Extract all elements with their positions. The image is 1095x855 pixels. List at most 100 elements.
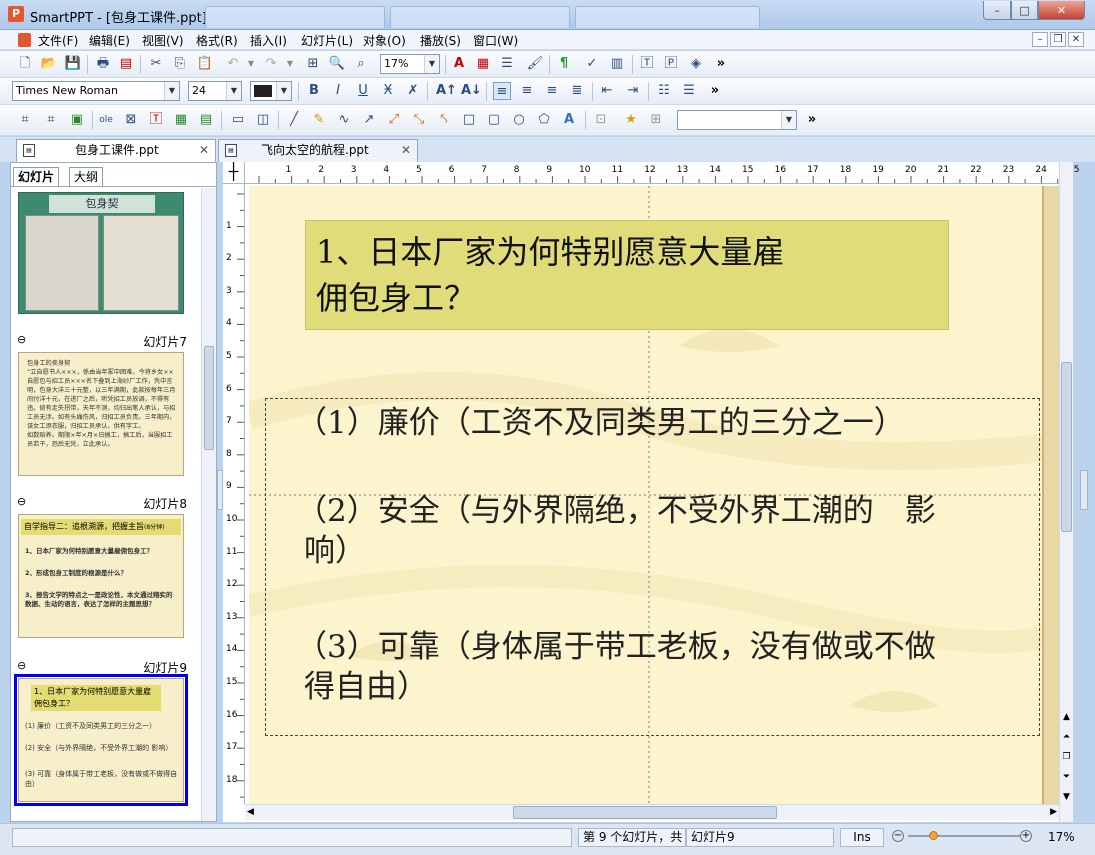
- scrollbar-thumb[interactable]: [513, 806, 777, 819]
- decrease-font-icon[interactable]: A↓: [461, 82, 482, 100]
- menu-view[interactable]: 视图(V): [142, 32, 184, 49]
- insert-audio-icon[interactable]: ◫: [254, 111, 272, 129]
- zoom-out-icon[interactable]: −: [892, 830, 904, 842]
- slide-thumbnail-7[interactable]: 包身工的卖身契 “立自愿书人×××，係由当年冢中困难，今将乡女××自愿包与招工员…: [18, 352, 184, 476]
- close-tab-icon[interactable]: ✕: [401, 140, 411, 161]
- bullet-list-icon[interactable]: ☷: [655, 82, 673, 100]
- scroll-right-icon[interactable]: ▶: [1050, 807, 1057, 817]
- list-icon[interactable]: ☰: [498, 55, 516, 73]
- font-color-select[interactable]: ▼: [250, 81, 292, 101]
- copy-icon[interactable]: ⎘: [171, 55, 189, 73]
- document-icon[interactable]: [18, 33, 31, 47]
- curve-tool-icon[interactable]: ∿: [335, 111, 353, 129]
- editor-horizontal-scrollbar[interactable]: ◀ ▶: [245, 804, 1059, 820]
- redo-dropdown-icon[interactable]: ▼: [281, 55, 299, 73]
- rectangle-tool-icon[interactable]: □: [460, 111, 478, 129]
- style-select[interactable]: ▼: [677, 110, 797, 130]
- arrow-tool-icon[interactable]: ↗: [360, 111, 378, 129]
- line-tool-icon[interactable]: ╱: [285, 111, 303, 129]
- font-name-select[interactable]: Times New Roman ▼: [12, 81, 180, 101]
- paste-icon[interactable]: 📋: [196, 55, 214, 73]
- menu-insert[interactable]: 插入(I): [250, 32, 287, 49]
- scroll-up-icon[interactable]: ▲: [1060, 712, 1073, 722]
- format-painter-icon[interactable]: 🖌: [526, 55, 544, 73]
- mdi-minimize-icon[interactable]: –: [1032, 32, 1048, 47]
- strikethrough-icon[interactable]: Ӿ: [379, 82, 397, 100]
- page-view-icon[interactable]: ❐: [1060, 752, 1073, 762]
- previous-slide-icon[interactable]: ⏶: [1060, 732, 1073, 742]
- text-color-icon[interactable]: A: [450, 55, 468, 73]
- align-center-icon[interactable]: ≡: [518, 82, 536, 100]
- actual-size-icon[interactable]: ⊞: [304, 55, 322, 73]
- toolbar-overflow-icon[interactable]: »: [712, 55, 730, 73]
- next-slide-icon[interactable]: ⏷: [1060, 772, 1073, 782]
- align-right-icon[interactable]: ≡: [543, 82, 561, 100]
- insert-vertical-textbox-icon[interactable]: ⌗: [42, 111, 60, 129]
- wordart-icon[interactable]: A: [560, 111, 578, 129]
- thumbnail-scrollbar[interactable]: [201, 188, 216, 821]
- statistics-icon[interactable]: ▥: [608, 55, 626, 73]
- background-window-tab[interactable]: [575, 6, 760, 28]
- zoom-in-icon[interactable]: 🔍: [328, 55, 346, 73]
- justify-icon[interactable]: ≣: [568, 82, 586, 100]
- increase-font-icon[interactable]: A↑: [436, 82, 457, 100]
- slide-title-box[interactable]: 1、日本厂家为何特别愿意大量雇 佣包身工？: [305, 220, 949, 330]
- undo-icon[interactable]: ↶: [224, 55, 242, 73]
- menu-slide[interactable]: 幻灯片(L): [301, 32, 353, 49]
- tab-document-active[interactable]: ▤ 包身工课件.ppt ✕: [16, 139, 216, 162]
- insert-page-number-icon[interactable]: ▤: [197, 111, 215, 129]
- tab-document[interactable]: ▤ 飞向太空的航程.ppt ✕: [218, 139, 418, 162]
- undo-dropdown-icon[interactable]: ▼: [242, 55, 260, 73]
- paragraph-mark-icon[interactable]: ¶: [555, 55, 573, 73]
- numbered-list-icon[interactable]: ☰: [680, 82, 698, 100]
- slide-thumbnail-9[interactable]: 1、日本厂家为何特别愿意大量雇佣包身工？ (1) 廉价（工资不及同类男工的三分之…: [14, 674, 188, 806]
- zoom-icon[interactable]: ⌕: [352, 55, 370, 73]
- print-icon[interactable]: 🖶: [94, 55, 112, 73]
- page-setup-icon[interactable]: 🄿: [662, 55, 680, 73]
- background-window-tab[interactable]: [205, 6, 385, 28]
- ruler-origin-icon[interactable]: ┼: [223, 162, 245, 184]
- scroll-left-icon[interactable]: ◀: [247, 807, 254, 817]
- close-icon[interactable]: ✕: [1038, 1, 1085, 20]
- italic-icon[interactable]: I: [329, 82, 347, 100]
- pencil-tool-icon[interactable]: ✎: [310, 111, 328, 129]
- slide-thumbnail-8[interactable]: 自学指导二：追根溯源，把握主旨(8分钟) 1、日本厂家为何特别愿意大量雇佣包身工…: [18, 514, 184, 638]
- group-icon[interactable]: ⊡: [592, 111, 610, 129]
- scroll-down-icon[interactable]: ▼: [1060, 792, 1073, 802]
- rounded-rectangle-icon[interactable]: ▢: [485, 111, 503, 129]
- slide-thumbnail-6[interactable]: 包身契: [18, 192, 184, 314]
- shapes-icon[interactable]: ⬠: [535, 111, 553, 129]
- menu-play[interactable]: 播放(S): [420, 32, 461, 49]
- insert-chart-icon[interactable]: ⊠: [122, 111, 140, 129]
- menu-file[interactable]: 文件(F): [38, 32, 78, 49]
- zoom-in-icon[interactable]: +: [1020, 830, 1032, 842]
- open-folder-icon[interactable]: 📂: [40, 55, 58, 73]
- align-left-icon[interactable]: ≡: [493, 82, 511, 100]
- effects-star-icon[interactable]: ★: [622, 111, 640, 129]
- export-pdf-icon[interactable]: ▤: [117, 55, 135, 73]
- scrollbar-thumb[interactable]: [1061, 362, 1072, 532]
- insert-textbox-icon[interactable]: ⌗: [16, 111, 34, 129]
- new-document-icon[interactable]: 🗋: [16, 55, 34, 73]
- redo-icon[interactable]: ↷: [262, 55, 280, 73]
- menu-edit[interactable]: 编辑(E): [89, 32, 130, 49]
- font-size-select[interactable]: 24 ▼: [188, 81, 242, 101]
- template-icon[interactable]: 🅃: [638, 55, 656, 73]
- right-splitter[interactable]: [1080, 470, 1088, 510]
- close-tab-icon[interactable]: ✕: [199, 140, 209, 161]
- decrease-indent-icon[interactable]: ⇤: [598, 82, 616, 100]
- bold-icon[interactable]: B: [305, 82, 323, 100]
- zoom-slider-handle[interactable]: [929, 831, 938, 840]
- editor-vertical-scrollbar[interactable]: ▲ ⏶ ❐ ⏷ ▼: [1059, 162, 1073, 822]
- insert-picture-icon[interactable]: ▣: [68, 111, 86, 129]
- curved-connector-icon[interactable]: ⤣: [435, 111, 453, 129]
- cut-icon[interactable]: ✂: [147, 55, 165, 73]
- package-icon[interactable]: ◈: [687, 55, 705, 73]
- slide-body-box[interactable]: （1）廉价（工资不及同类男工的三分之一） （2）安全（与外界隔绝，不受外界工潮的…: [265, 398, 1040, 736]
- spell-check-icon[interactable]: ✓: [583, 55, 601, 73]
- mdi-close-icon[interactable]: ✕: [1068, 32, 1084, 47]
- connector-tool-icon[interactable]: ⤢: [385, 111, 403, 129]
- clear-format-icon[interactable]: ✗: [404, 82, 422, 100]
- insert-table-object-icon[interactable]: ▦: [172, 111, 190, 129]
- zoom-select[interactable]: 17% ▼: [380, 54, 440, 74]
